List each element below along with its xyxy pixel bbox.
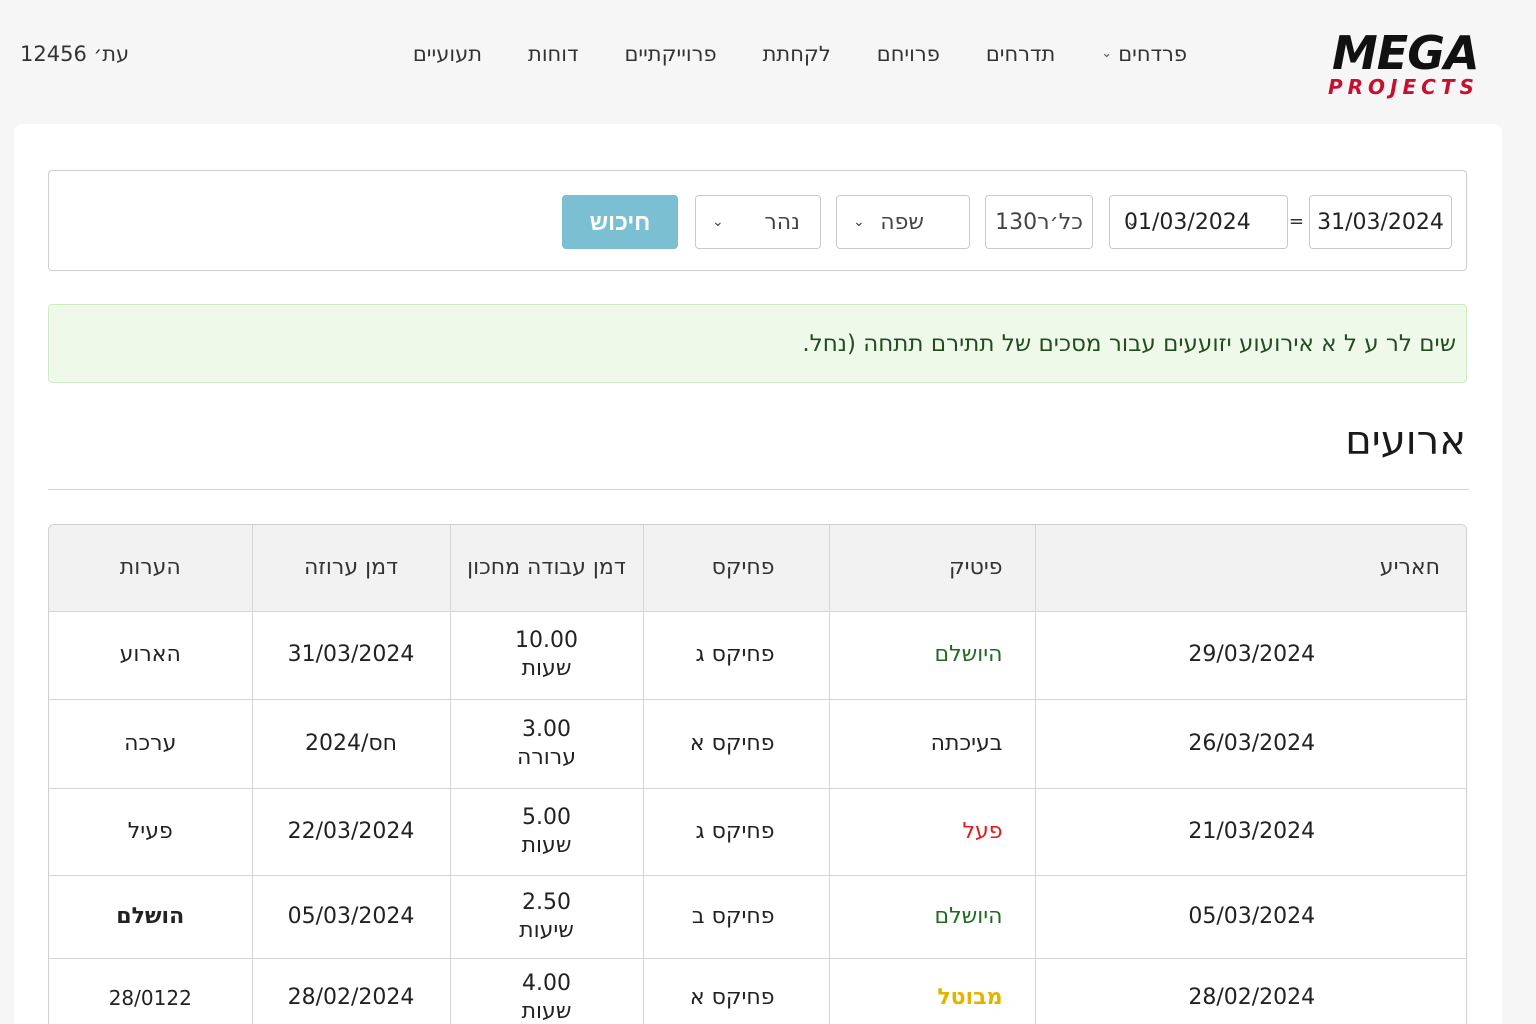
nav-item-reports[interactable]: דוחות [505,38,601,70]
cell-notes: ערכה [49,699,252,789]
nav-item-label: פרויחם [876,42,940,66]
date-from-value: 01/03/2024 [1124,209,1251,235]
cell-notes: הושלם [49,875,252,959]
date-to-value: 31/03/2024 [1317,209,1444,235]
cell-date: 28/02/2024 [1034,958,1466,1024]
cell-avail-time: חס/2024 [251,699,450,789]
cell-work-time: 5.00 שעות [449,788,643,876]
main-card: 31/03/2024 = 01/03/2024 ⌄ כל׳ר130 שפה ⌄ … [14,124,1502,1024]
column-header-notes[interactable]: הערות [49,525,252,612]
work-time-value: 3.00 [522,716,571,742]
cell-status: פעל [828,788,1035,876]
cell-status: בעיכתה [828,699,1035,789]
nav-item-label: תעועיים [412,42,483,66]
date-range-separator: = [1288,211,1304,232]
cell-fix: פחיקס א [642,958,829,1024]
top-header: MEGA PROJECTS תעועיים דוחות פרוייקתיים ל… [0,0,1536,112]
filter-bar: 31/03/2024 = 01/03/2024 ⌄ כל׳ר130 שפה ⌄ … [48,170,1467,271]
cell-fix: פחיקס א [642,699,829,789]
nav-item-more-dropdown[interactable]: פרדחים ⌄ [1078,38,1210,70]
nav-item-label: תדרחים [985,42,1056,66]
alert-text: שים לר ע ל א אירועוע יזועעים עבור מסכים … [802,330,1456,357]
cell-avail-time: 22/03/2024 [251,788,450,876]
table-row[interactable]: 05/03/2024 היושלם פחיקס ב 2.50 שיעות 05/… [49,875,1466,959]
nav-item-projects[interactable]: פרוייקתיים [601,38,739,70]
nav-item-label: פרדחים [1118,42,1187,66]
nav-item-clients[interactable]: לקחתת [740,38,854,70]
cell-date: 05/03/2024 [1034,875,1466,959]
column-header-date[interactable]: חאריע [1034,525,1466,612]
cell-work-time: 2.50 שיעות [449,875,643,959]
work-time-unit: שעות [521,832,572,858]
work-time-unit: ערורה [517,744,576,770]
logo-wordmark-top: MEGA [1332,26,1480,80]
events-table: חאריע פיטיק פחיקס דמן עבודה מחכון דמן ער… [48,524,1467,1024]
number-filter-value: כל׳ר130 [995,209,1083,235]
cell-date: 29/03/2024 [1034,611,1466,700]
chevron-down-icon: ⌄ [853,214,865,230]
cell-work-time: 10.00 שעות [449,611,643,700]
cell-status: מבוטל [828,958,1035,1024]
section-title: ארועים [1345,418,1466,464]
logo-wordmark-bottom: PROJECTS [1328,75,1479,99]
table-row[interactable]: 26/03/2024 בעיכתה פחיקס א 3.00 ערורה חס/… [49,699,1466,789]
date-from-select[interactable]: 01/03/2024 ⌄ [1109,195,1288,249]
column-header-avail-time[interactable]: דמן ערוזה [251,525,450,612]
cell-fix: פחיקס ג [642,611,829,700]
cell-notes: 28/0122 [49,958,252,1024]
nav-item-details[interactable]: פרויחם [854,38,963,70]
section-divider [48,489,1469,490]
river-select-value: נהר [764,209,800,235]
date-to-input[interactable]: 31/03/2024 [1309,195,1452,249]
table-row[interactable]: 28/02/2024 מבוטל פחיקס א 4.00 שעות 28/02… [49,958,1466,1024]
cell-avail-time: 05/03/2024 [251,875,450,959]
shift-select[interactable]: שפה ⌄ [836,195,970,249]
column-header-status[interactable]: פיטיק [828,525,1035,612]
table-header-row: חאריע פיטיק פחיקס דמן עבודה מחכון דמן ער… [49,525,1466,612]
cell-fix: פחיקס ג [642,788,829,876]
nav-item-guides[interactable]: תדרחים [963,38,1078,70]
main-nav: תעועיים דוחות פרוייקתיים לקחתת פרויחם תד… [390,38,1210,70]
cell-avail-time: 28/02/2024 [251,958,450,1024]
chevron-down-icon: ⌄ [1126,214,1138,230]
chevron-down-icon: ⌄ [1101,46,1113,61]
nav-item-label: פרוייקתיים [624,42,717,66]
cell-notes: פעיל [49,788,252,876]
mega-projects-logo[interactable]: MEGA PROJECTS [1328,26,1502,98]
column-header-fix[interactable]: פחיקס [642,525,829,612]
nav-item-label: דוחות [528,42,579,66]
table-row[interactable]: 21/03/2024 פעל פחיקס ג 5.00 שעות 22/03/2… [49,788,1466,876]
number-filter-input[interactable]: כל׳ר130 [985,195,1093,249]
work-time-value: 10.00 [515,628,578,653]
cell-fix: פחיקס ב [642,875,829,959]
river-select[interactable]: נהר ⌄ [695,195,821,249]
work-time-unit: שיעות [519,917,574,943]
info-alert: שים לר ע ל א אירועוע יזועעים עבור מסכים … [48,304,1467,383]
cell-status: היושלם [828,611,1035,700]
cell-work-time: 4.00 שעות [449,958,643,1024]
cell-date: 21/03/2024 [1034,788,1466,876]
work-time-value: 2.50 [522,889,571,915]
work-time-unit: שעות [521,999,572,1024]
user-id-label[interactable]: עת׳ 12456 [20,38,129,70]
work-time-value: 5.00 [522,804,571,830]
chevron-down-icon: ⌄ [712,214,724,230]
cell-date: 26/03/2024 [1034,699,1466,789]
cell-status: היושלם [828,875,1035,959]
work-time-value: 4.00 [522,971,571,996]
nav-item-label: לקחתת [762,42,831,66]
cell-avail-time: 31/03/2024 [251,611,450,700]
search-button[interactable]: חיכוש [562,195,678,249]
table-row[interactable]: 29/03/2024 היושלם פחיקס ג 10.00 שעות 31/… [49,611,1466,700]
work-time-unit: שעות [521,656,572,681]
cell-notes: הארוע [49,611,252,700]
cell-work-time: 3.00 ערורה [449,699,643,789]
shift-select-value: שפה [880,209,924,235]
column-header-work-time[interactable]: דמן עבודה מחכון [449,525,643,612]
nav-item-events[interactable]: תעועיים [390,38,505,70]
